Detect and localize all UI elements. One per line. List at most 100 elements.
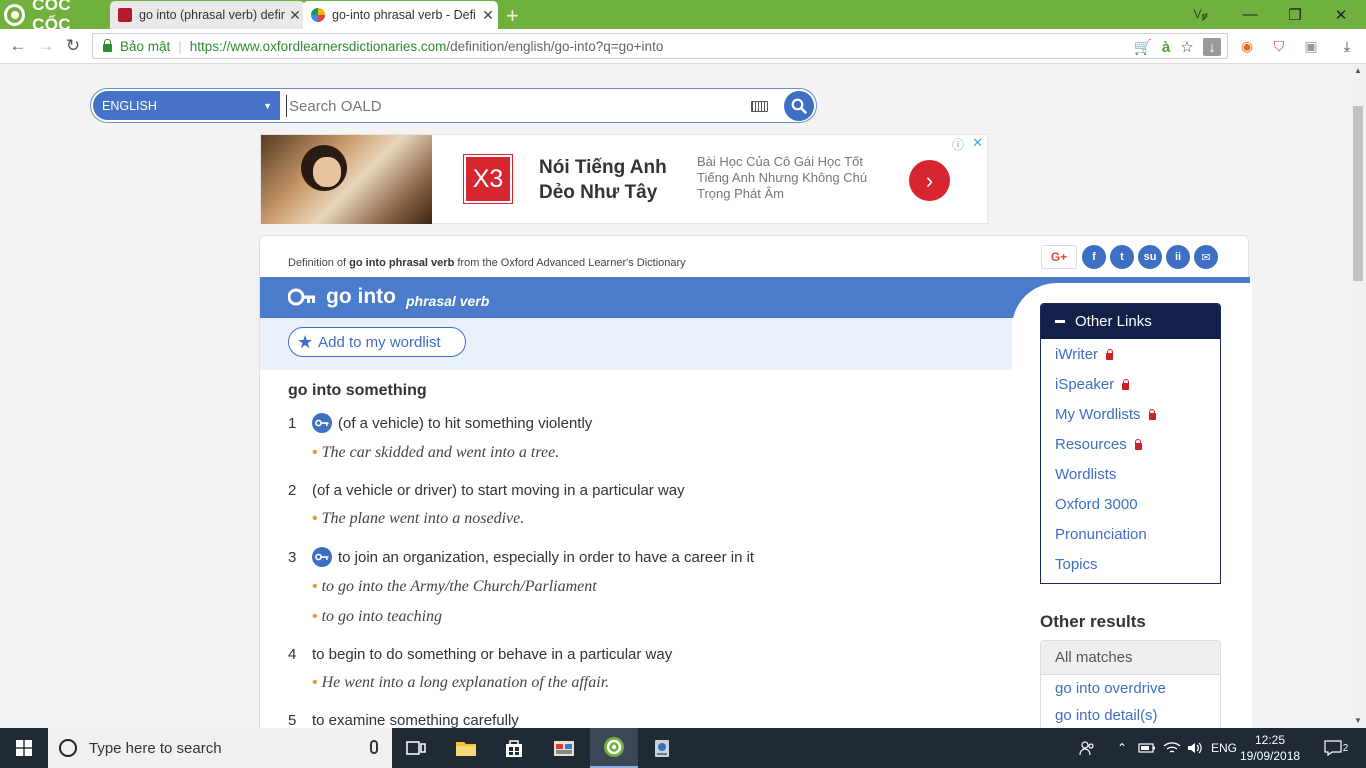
other-results-panel: All matches go into overdrive go into de… bbox=[1040, 640, 1221, 728]
translate-icon[interactable]: à bbox=[1157, 38, 1175, 56]
minimize-button[interactable]: — bbox=[1227, 0, 1273, 29]
forward-icon[interactable]: → bbox=[35, 35, 57, 57]
scroll-thumb[interactable] bbox=[1353, 106, 1363, 281]
sidebar-link-my-wordlists[interactable]: My Wordlists bbox=[1041, 399, 1220, 429]
coccoc-browser-icon[interactable] bbox=[590, 728, 638, 768]
sidebar-link-iwriter[interactable]: iWriter bbox=[1041, 339, 1220, 369]
notification-count: 2 bbox=[1342, 742, 1349, 754]
ad-arrow-button[interactable]: › bbox=[909, 160, 950, 201]
notification-center-icon[interactable]: 2 bbox=[1316, 728, 1356, 768]
other-links-header[interactable]: Other Links bbox=[1041, 304, 1220, 339]
close-window-button[interactable]: ✕ bbox=[1318, 0, 1364, 29]
input-language-indicator[interactable]: ENG bbox=[1208, 728, 1240, 768]
cart-icon[interactable]: 🛒 bbox=[1134, 38, 1153, 56]
twitter-share-icon[interactable]: t bbox=[1110, 245, 1134, 269]
chevron-up-icon[interactable]: ⌃ bbox=[1112, 728, 1132, 768]
wifi-icon[interactable] bbox=[1160, 728, 1184, 768]
sidebar-link-topics[interactable]: Topics bbox=[1041, 549, 1220, 579]
clock-date: 19/09/2018 bbox=[1240, 749, 1301, 763]
language-select[interactable]: ENGLISH ▼ bbox=[93, 91, 280, 120]
sense-3: 3 to join an organization, especially in… bbox=[288, 547, 754, 567]
digg-share-icon[interactable]: ii bbox=[1166, 245, 1190, 269]
language-select-value: ENGLISH bbox=[102, 98, 157, 113]
taskbar-search-box[interactable]: Type here to search bbox=[48, 728, 392, 768]
sense-definition: to join an organization, especially in o… bbox=[338, 548, 755, 566]
sense-definition: to begin to do something or behave in a … bbox=[312, 646, 673, 663]
google-plus-share-icon[interactable]: G+ bbox=[1041, 245, 1077, 269]
scroll-down-icon[interactable]: ▼ bbox=[1350, 714, 1366, 728]
idiom-heading: go into something bbox=[288, 382, 427, 399]
profile-icon[interactable]: V𝓰 bbox=[1178, 0, 1224, 29]
taskbar-search-placeholder: Type here to search bbox=[89, 739, 222, 757]
pinned-app-icon[interactable] bbox=[638, 728, 686, 768]
tab-oxford-definition[interactable]: go into (phrasal verb) defin ✕ bbox=[110, 1, 305, 29]
sense-definition: (of a vehicle or driver) to start moving… bbox=[312, 482, 685, 499]
app-icon[interactable] bbox=[540, 728, 588, 768]
extension-grey-icon[interactable]: ▣ bbox=[1302, 37, 1320, 55]
download-page-icon[interactable]: ↓ bbox=[1203, 38, 1221, 56]
system-clock[interactable]: 12:25 19/09/2018 bbox=[1240, 732, 1300, 764]
search-bar: ENGLISH ▼ bbox=[90, 88, 817, 123]
lock-icon bbox=[1134, 438, 1142, 450]
keyboard-icon[interactable] bbox=[751, 101, 768, 112]
stumbleupon-share-icon[interactable]: su bbox=[1138, 245, 1162, 269]
definition-source: Definition of go into phrasal verb from … bbox=[288, 257, 686, 269]
sidebar-link-resources[interactable]: Resources bbox=[1041, 429, 1220, 459]
task-view-icon[interactable] bbox=[392, 728, 440, 768]
coccoc-logo[interactable]: CỐC CỐC bbox=[0, 0, 110, 34]
example-sentence: • The plane went into a nosedive. bbox=[312, 510, 525, 527]
clock-time: 12:25 bbox=[1254, 733, 1286, 747]
extension-chrome-icon[interactable]: ◉ bbox=[1238, 37, 1256, 55]
tab-go-into-phrasal-verb[interactable]: go-into phrasal verb - Defi ✕ bbox=[303, 1, 498, 29]
volume-icon[interactable] bbox=[1184, 728, 1206, 768]
sidebar-link-oxford-3000[interactable]: Oxford 3000 bbox=[1041, 489, 1220, 519]
sense-1: 1 (of a vehicle) to hit something violen… bbox=[288, 413, 592, 433]
browser-tab-bar: CỐC CỐC go into (phrasal verb) defin ✕ g… bbox=[0, 0, 1366, 34]
facebook-share-icon[interactable]: f bbox=[1082, 245, 1106, 269]
start-button[interactable] bbox=[0, 728, 48, 768]
downloads-icon[interactable]: ⤓ bbox=[1338, 37, 1356, 55]
add-to-wordlist-button[interactable]: ★ Add to my wordlist bbox=[288, 327, 466, 357]
microphone-icon[interactable] bbox=[370, 740, 378, 754]
address-bar[interactable]: Bảo mật | https://www.oxfordlearnersdict… bbox=[92, 33, 1228, 59]
search-button[interactable] bbox=[784, 91, 814, 121]
sense-definition: to examine something carefully bbox=[312, 712, 519, 728]
wordlist-band: ★ Add to my wordlist bbox=[260, 318, 1012, 370]
sidebar-link-pronunciation[interactable]: Pronunciation bbox=[1041, 519, 1220, 549]
tab-close-icon[interactable]: ✕ bbox=[285, 7, 305, 24]
match-link[interactable]: go into overdrive bbox=[1041, 675, 1220, 702]
extension-shield-icon[interactable]: ⛉ bbox=[1270, 37, 1288, 55]
ad-info-icon[interactable]: ⓘ bbox=[952, 136, 964, 153]
sense-5: 5 to examine something carefully bbox=[288, 712, 519, 728]
back-icon[interactable]: ← bbox=[7, 35, 29, 57]
oxford-3000-key-icon bbox=[288, 288, 315, 306]
search-input[interactable] bbox=[286, 95, 746, 117]
sense-number: 5 bbox=[288, 712, 297, 728]
email-share-icon[interactable]: ✉ bbox=[1194, 245, 1218, 269]
web-page: ENGLISH ▼ X3 Nói Tiếng Anh Dẻo Như Tây B… bbox=[0, 64, 1350, 728]
battery-icon[interactable] bbox=[1136, 728, 1158, 768]
match-link[interactable]: go into detail(s) bbox=[1041, 702, 1220, 728]
reload-icon[interactable]: ↻ bbox=[62, 35, 84, 57]
new-tab-button[interactable]: + bbox=[506, 3, 519, 29]
url-path: /definition/english/go-into?q=go+into bbox=[446, 38, 664, 54]
scroll-up-icon[interactable]: ▲ bbox=[1350, 64, 1366, 78]
all-matches-tab[interactable]: All matches bbox=[1041, 641, 1220, 675]
example-sentence: • to go into the Army/the Church/Parliame… bbox=[312, 578, 597, 595]
sidebar-link-wordlists[interactable]: Wordlists bbox=[1041, 459, 1220, 489]
sidebar-link-ispeaker[interactable]: iSpeaker bbox=[1041, 369, 1220, 399]
key-icon bbox=[312, 547, 332, 567]
advertisement-banner[interactable]: X3 Nói Tiếng Anh Dẻo Như Tây Bài Học Của… bbox=[260, 134, 988, 224]
file-explorer-icon[interactable] bbox=[442, 728, 490, 768]
secure-label: Bảo mật bbox=[120, 38, 171, 54]
people-icon[interactable] bbox=[1076, 728, 1098, 768]
key-icon bbox=[312, 413, 332, 433]
bookmark-star-icon[interactable]: ☆ bbox=[1178, 38, 1196, 56]
maximize-button[interactable]: ❐ bbox=[1272, 0, 1318, 29]
other-links-panel: Other Links iWriter iSpeaker My Wordlist… bbox=[1040, 303, 1221, 584]
collapse-icon bbox=[1055, 320, 1065, 323]
tab-close-icon[interactable]: ✕ bbox=[478, 7, 498, 24]
page-scrollbar[interactable]: ▲ ▼ bbox=[1350, 64, 1366, 728]
ad-close-icon[interactable]: ✕ bbox=[972, 135, 983, 151]
store-icon[interactable] bbox=[490, 728, 538, 768]
